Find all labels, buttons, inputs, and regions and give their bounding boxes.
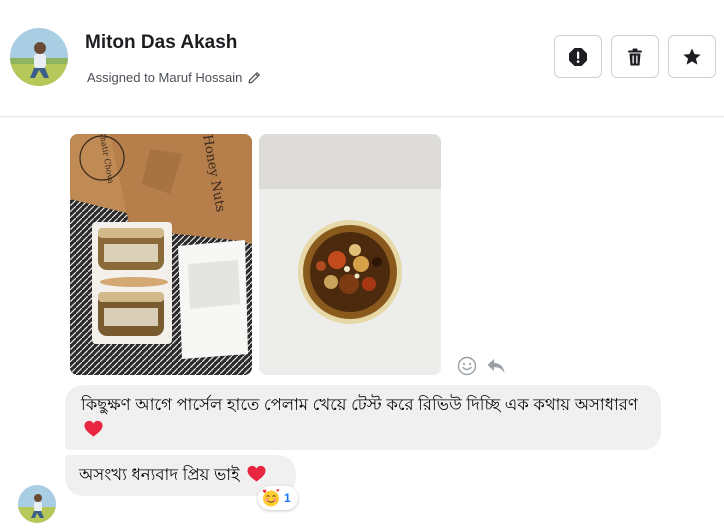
heart-emoji-icon [247,465,266,482]
message-photo-honey-nuts[interactable]: Khatir Chova Honey Nuts [70,134,252,375]
assigned-label: Assigned to Maruf Hossain [87,70,243,85]
conversation-header: Miton Das Akash Assigned to Maruf Hossai… [0,0,724,117]
trash-icon [628,48,642,65]
delete-button[interactable] [611,35,659,78]
star-icon [683,48,701,65]
exclamation-octagon-icon [569,47,587,66]
heart-emoji-icon [84,420,103,437]
smiling-face-with-hearts-icon [262,489,280,507]
reply-icon[interactable] [486,356,506,376]
pencil-icon[interactable] [247,71,261,85]
smiley-reaction-icon[interactable] [457,356,477,376]
message-bubble[interactable]: কিছুক্ষণ আগে পার্সেল হাতে পেলাম খেয়ে টে… [65,385,661,450]
contact-avatar[interactable] [10,28,68,86]
message-photo-jar[interactable] [259,134,441,375]
message-reaction[interactable]: 1 [258,486,298,510]
contact-name[interactable]: Miton Das Akash [85,32,237,54]
message-text: কিছুক্ষণ আগে পার্সেল হাতে পেলাম খেয়ে টে… [81,396,638,414]
assignment-info[interactable]: Assigned to Maruf Hossain [87,70,261,85]
reaction-count: 1 [284,491,291,505]
sender-avatar[interactable] [18,485,56,523]
star-button[interactable] [668,35,716,78]
mark-spam-button[interactable] [554,35,602,78]
message-text: অসংখ্য ধন্যবাদ প্রিয় ভাই [79,466,240,484]
